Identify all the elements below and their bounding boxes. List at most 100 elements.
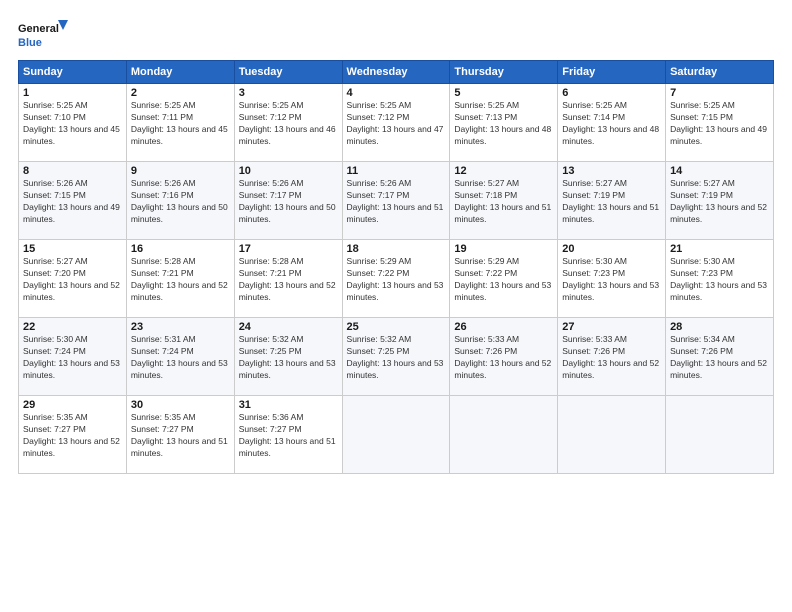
day-info: Sunrise: 5:27 AM Sunset: 7:18 PM Dayligh… — [454, 178, 553, 226]
calendar-cell: 23 Sunrise: 5:31 AM Sunset: 7:24 PM Dayl… — [126, 318, 234, 396]
day-info: Sunrise: 5:26 AM Sunset: 7:17 PM Dayligh… — [239, 178, 338, 226]
logo: General Blue — [18, 18, 68, 50]
calendar-cell — [342, 396, 450, 474]
svg-text:Blue: Blue — [18, 37, 42, 49]
day-info: Sunrise: 5:30 AM Sunset: 7:23 PM Dayligh… — [670, 256, 769, 304]
day-number: 24 — [239, 321, 338, 333]
day-number: 29 — [23, 399, 122, 411]
day-info: Sunrise: 5:25 AM Sunset: 7:10 PM Dayligh… — [23, 100, 122, 148]
day-info: Sunrise: 5:26 AM Sunset: 7:15 PM Dayligh… — [23, 178, 122, 226]
calendar-cell: 3 Sunrise: 5:25 AM Sunset: 7:12 PM Dayli… — [234, 84, 342, 162]
day-number: 5 — [454, 87, 553, 99]
day-info: Sunrise: 5:27 AM Sunset: 7:20 PM Dayligh… — [23, 256, 122, 304]
weekday-header: Sunday — [19, 61, 127, 84]
calendar-cell: 12 Sunrise: 5:27 AM Sunset: 7:18 PM Dayl… — [450, 162, 558, 240]
calendar-cell — [558, 396, 666, 474]
calendar-cell: 24 Sunrise: 5:32 AM Sunset: 7:25 PM Dayl… — [234, 318, 342, 396]
calendar-cell: 2 Sunrise: 5:25 AM Sunset: 7:11 PM Dayli… — [126, 84, 234, 162]
calendar-cell: 19 Sunrise: 5:29 AM Sunset: 7:22 PM Dayl… — [450, 240, 558, 318]
calendar-cell: 21 Sunrise: 5:30 AM Sunset: 7:23 PM Dayl… — [666, 240, 774, 318]
calendar-cell: 26 Sunrise: 5:33 AM Sunset: 7:26 PM Dayl… — [450, 318, 558, 396]
weekday-header: Monday — [126, 61, 234, 84]
day-info: Sunrise: 5:34 AM Sunset: 7:26 PM Dayligh… — [670, 334, 769, 382]
day-info: Sunrise: 5:27 AM Sunset: 7:19 PM Dayligh… — [562, 178, 661, 226]
day-number: 14 — [670, 165, 769, 177]
calendar-cell: 27 Sunrise: 5:33 AM Sunset: 7:26 PM Dayl… — [558, 318, 666, 396]
calendar-cell: 15 Sunrise: 5:27 AM Sunset: 7:20 PM Dayl… — [19, 240, 127, 318]
day-info: Sunrise: 5:27 AM Sunset: 7:19 PM Dayligh… — [670, 178, 769, 226]
calendar-cell: 4 Sunrise: 5:25 AM Sunset: 7:12 PM Dayli… — [342, 84, 450, 162]
weekday-header: Wednesday — [342, 61, 450, 84]
calendar-cell: 11 Sunrise: 5:26 AM Sunset: 7:17 PM Dayl… — [342, 162, 450, 240]
day-number: 4 — [347, 87, 446, 99]
day-info: Sunrise: 5:33 AM Sunset: 7:26 PM Dayligh… — [454, 334, 553, 382]
calendar-cell: 25 Sunrise: 5:32 AM Sunset: 7:25 PM Dayl… — [342, 318, 450, 396]
day-info: Sunrise: 5:33 AM Sunset: 7:26 PM Dayligh… — [562, 334, 661, 382]
day-number: 17 — [239, 243, 338, 255]
calendar-cell — [450, 396, 558, 474]
day-number: 18 — [347, 243, 446, 255]
day-number: 15 — [23, 243, 122, 255]
day-info: Sunrise: 5:30 AM Sunset: 7:23 PM Dayligh… — [562, 256, 661, 304]
page: General Blue SundayMondayTuesdayWednesda… — [0, 0, 792, 612]
day-number: 12 — [454, 165, 553, 177]
calendar-cell — [666, 396, 774, 474]
calendar-cell: 30 Sunrise: 5:35 AM Sunset: 7:27 PM Dayl… — [126, 396, 234, 474]
calendar-cell: 28 Sunrise: 5:34 AM Sunset: 7:26 PM Dayl… — [666, 318, 774, 396]
calendar-cell: 20 Sunrise: 5:30 AM Sunset: 7:23 PM Dayl… — [558, 240, 666, 318]
day-number: 21 — [670, 243, 769, 255]
day-info: Sunrise: 5:25 AM Sunset: 7:12 PM Dayligh… — [347, 100, 446, 148]
day-number: 22 — [23, 321, 122, 333]
day-info: Sunrise: 5:25 AM Sunset: 7:11 PM Dayligh… — [131, 100, 230, 148]
day-info: Sunrise: 5:29 AM Sunset: 7:22 PM Dayligh… — [454, 256, 553, 304]
day-info: Sunrise: 5:25 AM Sunset: 7:15 PM Dayligh… — [670, 100, 769, 148]
day-info: Sunrise: 5:25 AM Sunset: 7:12 PM Dayligh… — [239, 100, 338, 148]
calendar: SundayMondayTuesdayWednesdayThursdayFrid… — [18, 60, 774, 474]
calendar-cell: 17 Sunrise: 5:28 AM Sunset: 7:21 PM Dayl… — [234, 240, 342, 318]
weekday-header: Tuesday — [234, 61, 342, 84]
weekday-header: Saturday — [666, 61, 774, 84]
calendar-cell: 1 Sunrise: 5:25 AM Sunset: 7:10 PM Dayli… — [19, 84, 127, 162]
svg-text:General: General — [18, 23, 59, 35]
day-info: Sunrise: 5:32 AM Sunset: 7:25 PM Dayligh… — [239, 334, 338, 382]
calendar-cell: 18 Sunrise: 5:29 AM Sunset: 7:22 PM Dayl… — [342, 240, 450, 318]
day-info: Sunrise: 5:28 AM Sunset: 7:21 PM Dayligh… — [239, 256, 338, 304]
day-number: 31 — [239, 399, 338, 411]
day-number: 19 — [454, 243, 553, 255]
calendar-cell: 14 Sunrise: 5:27 AM Sunset: 7:19 PM Dayl… — [666, 162, 774, 240]
day-info: Sunrise: 5:26 AM Sunset: 7:17 PM Dayligh… — [347, 178, 446, 226]
day-info: Sunrise: 5:26 AM Sunset: 7:16 PM Dayligh… — [131, 178, 230, 226]
calendar-cell: 22 Sunrise: 5:30 AM Sunset: 7:24 PM Dayl… — [19, 318, 127, 396]
weekday-header: Thursday — [450, 61, 558, 84]
day-number: 1 — [23, 87, 122, 99]
day-info: Sunrise: 5:30 AM Sunset: 7:24 PM Dayligh… — [23, 334, 122, 382]
day-info: Sunrise: 5:35 AM Sunset: 7:27 PM Dayligh… — [131, 412, 230, 460]
day-number: 26 — [454, 321, 553, 333]
calendar-cell: 9 Sunrise: 5:26 AM Sunset: 7:16 PM Dayli… — [126, 162, 234, 240]
day-number: 23 — [131, 321, 230, 333]
day-number: 8 — [23, 165, 122, 177]
day-number: 6 — [562, 87, 661, 99]
day-number: 9 — [131, 165, 230, 177]
day-number: 11 — [347, 165, 446, 177]
calendar-cell: 5 Sunrise: 5:25 AM Sunset: 7:13 PM Dayli… — [450, 84, 558, 162]
day-number: 28 — [670, 321, 769, 333]
header: General Blue — [18, 18, 774, 50]
day-number: 13 — [562, 165, 661, 177]
logo-svg: General Blue — [18, 18, 68, 50]
day-info: Sunrise: 5:31 AM Sunset: 7:24 PM Dayligh… — [131, 334, 230, 382]
day-number: 30 — [131, 399, 230, 411]
day-number: 27 — [562, 321, 661, 333]
calendar-cell: 7 Sunrise: 5:25 AM Sunset: 7:15 PM Dayli… — [666, 84, 774, 162]
day-info: Sunrise: 5:25 AM Sunset: 7:14 PM Dayligh… — [562, 100, 661, 148]
day-number: 16 — [131, 243, 230, 255]
calendar-cell: 6 Sunrise: 5:25 AM Sunset: 7:14 PM Dayli… — [558, 84, 666, 162]
day-info: Sunrise: 5:25 AM Sunset: 7:13 PM Dayligh… — [454, 100, 553, 148]
day-number: 20 — [562, 243, 661, 255]
day-number: 25 — [347, 321, 446, 333]
day-info: Sunrise: 5:32 AM Sunset: 7:25 PM Dayligh… — [347, 334, 446, 382]
day-number: 7 — [670, 87, 769, 99]
calendar-cell: 29 Sunrise: 5:35 AM Sunset: 7:27 PM Dayl… — [19, 396, 127, 474]
calendar-cell: 31 Sunrise: 5:36 AM Sunset: 7:27 PM Dayl… — [234, 396, 342, 474]
calendar-cell: 13 Sunrise: 5:27 AM Sunset: 7:19 PM Dayl… — [558, 162, 666, 240]
